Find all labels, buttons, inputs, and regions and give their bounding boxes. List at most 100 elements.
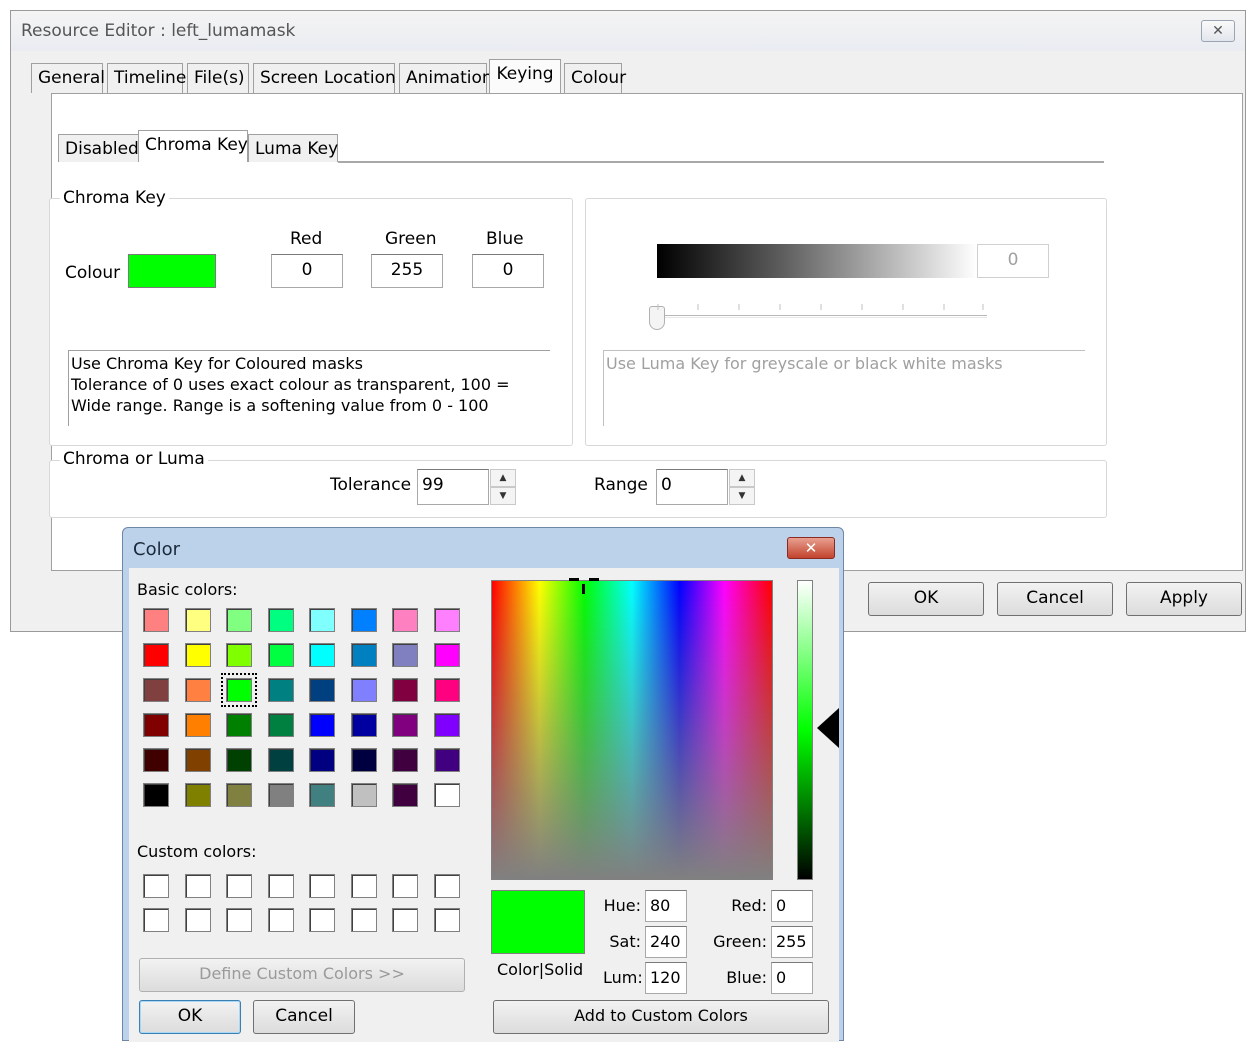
basic-color-swatch[interactable] [433, 608, 460, 632]
basic-color-swatch[interactable] [267, 643, 294, 667]
custom-color-swatch[interactable] [350, 874, 377, 898]
basic-color-swatch[interactable] [267, 608, 294, 632]
basic-color-swatch[interactable] [392, 678, 418, 702]
ok-button[interactable]: OK [868, 582, 984, 616]
basic-color-swatch[interactable] [350, 608, 377, 632]
color-green-input[interactable]: 255 [771, 926, 813, 958]
basic-color-swatch[interactable] [184, 608, 211, 632]
basic-color-swatch[interactable] [226, 713, 252, 737]
tolerance-up-button[interactable]: ▲ [490, 469, 516, 487]
color-blue-input[interactable]: 0 [771, 962, 813, 994]
tab-timeline[interactable]: Timeline [107, 63, 186, 93]
hue-input[interactable]: 80 [645, 890, 687, 922]
basic-color-swatch[interactable] [433, 748, 460, 772]
basic-color-swatch[interactable] [184, 748, 211, 772]
close-button[interactable]: ✕ [1201, 20, 1235, 42]
basic-color-swatch[interactable] [392, 783, 418, 807]
basic-color-swatch[interactable] [433, 783, 460, 807]
custom-color-swatch[interactable] [226, 874, 252, 898]
basic-color-swatch[interactable] [350, 748, 377, 772]
basic-color-swatch[interactable] [309, 608, 335, 632]
basic-color-swatch[interactable] [309, 713, 335, 737]
luminosity-bar[interactable] [797, 580, 813, 880]
color-red-input[interactable]: 0 [771, 890, 813, 922]
custom-color-swatch[interactable] [143, 874, 169, 898]
basic-color-swatch[interactable] [226, 608, 252, 632]
custom-color-swatch[interactable] [433, 874, 460, 898]
tab-general[interactable]: General [31, 63, 105, 93]
custom-color-swatch[interactable] [184, 874, 211, 898]
tab-files[interactable]: File(s) [187, 63, 249, 93]
tab-screen-location[interactable]: Screen Location [253, 63, 396, 93]
basic-color-swatch[interactable] [143, 713, 169, 737]
range-down-button[interactable]: ▼ [729, 487, 755, 505]
red-input[interactable]: 0 [271, 254, 343, 288]
basic-color-swatch[interactable] [309, 748, 335, 772]
basic-color-swatch[interactable] [350, 678, 377, 702]
basic-color-swatch[interactable] [433, 713, 460, 737]
basic-color-swatch[interactable] [267, 783, 294, 807]
basic-color-swatch[interactable] [184, 713, 211, 737]
basic-color-swatch[interactable] [184, 783, 211, 807]
basic-color-swatch[interactable] [221, 673, 257, 707]
apply-button[interactable]: Apply [1126, 582, 1242, 616]
subtab-disabled[interactable]: Disabled [58, 134, 140, 162]
basic-color-swatch[interactable] [184, 678, 211, 702]
custom-color-swatch[interactable] [433, 908, 460, 932]
basic-color-swatch[interactable] [267, 713, 294, 737]
basic-color-swatch[interactable] [143, 608, 169, 632]
basic-color-swatch[interactable] [143, 643, 169, 667]
range-input[interactable]: 0 [656, 469, 728, 505]
custom-color-swatch[interactable] [309, 908, 335, 932]
tolerance-down-button[interactable]: ▼ [490, 487, 516, 505]
custom-color-swatch[interactable] [309, 874, 335, 898]
basic-color-swatch[interactable] [267, 678, 294, 702]
color-dialog-close-button[interactable]: ✕ [787, 537, 835, 559]
basic-color-swatch[interactable] [392, 713, 418, 737]
luma-value-input[interactable]: 0 [977, 244, 1049, 278]
colour-swatch[interactable] [128, 254, 216, 288]
custom-color-swatch[interactable] [392, 874, 418, 898]
sat-input[interactable]: 240 [645, 926, 687, 958]
basic-color-swatch[interactable] [226, 783, 252, 807]
add-to-custom-colors-button[interactable]: Add to Custom Colors [493, 1000, 829, 1034]
basic-color-swatch[interactable] [350, 643, 377, 667]
custom-color-swatch[interactable] [350, 908, 377, 932]
spectrum-crosshair[interactable] [569, 578, 601, 600]
basic-color-swatch[interactable] [433, 678, 460, 702]
tab-animation[interactable]: Animation [399, 63, 493, 93]
basic-color-swatch[interactable] [350, 783, 377, 807]
subtab-chroma-key[interactable]: Chroma Key [138, 130, 248, 162]
basic-color-swatch[interactable] [143, 748, 169, 772]
custom-color-swatch[interactable] [226, 908, 252, 932]
basic-color-swatch[interactable] [392, 748, 418, 772]
basic-color-swatch[interactable] [267, 748, 294, 772]
basic-color-swatch[interactable] [226, 643, 252, 667]
basic-color-swatch[interactable] [433, 643, 460, 667]
tab-keying[interactable]: Keying [489, 59, 561, 93]
basic-color-swatch[interactable] [309, 783, 335, 807]
subtab-luma-key[interactable]: Luma Key [248, 134, 338, 162]
color-cancel-button[interactable]: Cancel [253, 1000, 355, 1034]
cancel-button[interactable]: Cancel [997, 582, 1113, 616]
basic-color-swatch[interactable] [392, 643, 418, 667]
basic-color-swatch[interactable] [143, 783, 169, 807]
luma-slider-track[interactable] [657, 315, 987, 318]
basic-color-swatch[interactable] [392, 608, 418, 632]
custom-color-swatch[interactable] [392, 908, 418, 932]
define-custom-colors-button[interactable]: Define Custom Colors >> [139, 958, 465, 992]
custom-color-swatch[interactable] [184, 908, 211, 932]
basic-color-swatch[interactable] [350, 713, 377, 737]
custom-color-swatch[interactable] [143, 908, 169, 932]
lum-input[interactable]: 120 [645, 962, 687, 994]
color-ok-button[interactable]: OK [139, 1000, 241, 1034]
basic-color-swatch[interactable] [226, 748, 252, 772]
title-bar[interactable]: Resource Editor : left_lumamask ✕ [11, 11, 1245, 51]
custom-color-swatch[interactable] [267, 874, 294, 898]
blue-input[interactable]: 0 [472, 254, 544, 288]
color-spectrum[interactable] [491, 580, 773, 880]
green-input[interactable]: 255 [371, 254, 443, 288]
basic-color-swatch[interactable] [309, 643, 335, 667]
tab-colour[interactable]: Colour [564, 63, 626, 93]
basic-color-swatch[interactable] [184, 643, 211, 667]
